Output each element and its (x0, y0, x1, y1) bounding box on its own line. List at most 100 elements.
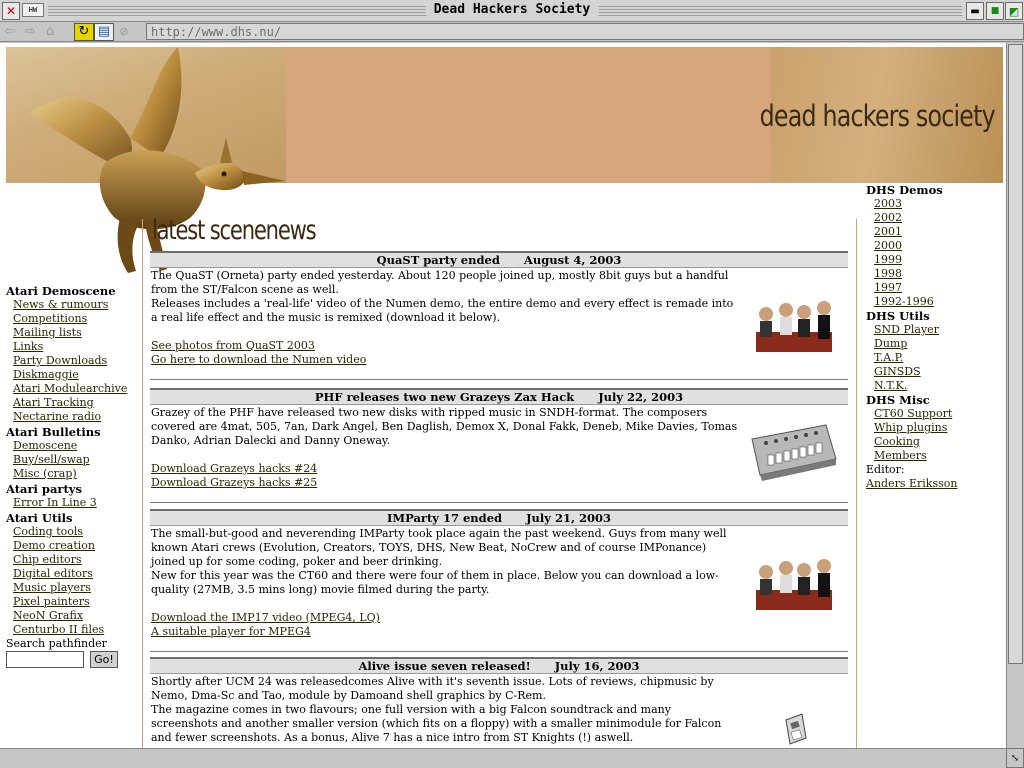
nav-link-error-in-line-3[interactable]: Error In Line 3 (13, 496, 136, 510)
nav-link-digital-editors[interactable]: Digital editors (13, 567, 136, 581)
dhs-demos-heading: DHS Demos (866, 183, 943, 197)
nav-link-misc-crap[interactable]: Misc (crap) (13, 467, 136, 481)
minimize-window-icon[interactable]: ▬ (966, 2, 984, 20)
demo-year-link[interactable]: 1998 (874, 267, 1004, 281)
back-arrow-icon[interactable]: ⇦ (0, 23, 20, 41)
news-separator (150, 651, 848, 652)
misc-link-whip-plugins[interactable]: Whip plugins (874, 421, 1004, 435)
window-title: Dead Hackers Society (425, 2, 599, 17)
nav-section-atari-utils: Atari Utils (6, 511, 73, 525)
search-label: Search pathfinder (6, 637, 107, 650)
vertical-scroll-thumb[interactable] (1008, 44, 1023, 664)
util-link-snd-player[interactable]: SND Player (874, 323, 1004, 337)
nav-link-competitions[interactable]: Competitions (13, 312, 136, 326)
news-text: New for this year was the CT60 and there… (151, 569, 719, 596)
news-item: IMParty 17 ended July 21, 2003 The small… (150, 509, 848, 652)
nav-link-atari-modulearchive[interactable]: Atari Modulearchive (13, 382, 136, 396)
news-link-grazeys-hacks-24[interactable]: Download Grazeys hacks #24 (151, 462, 738, 476)
news-date: July 21, 2003 (526, 511, 611, 525)
close-window-icon[interactable]: ✕ (2, 2, 20, 20)
editor-label: Editor: (866, 463, 905, 476)
news-date: August 4, 2003 (523, 253, 622, 267)
news-text: The QuaST (Orneta) party ended yesterday… (151, 269, 729, 296)
news-text: The magazine comes in two flavours; one … (151, 703, 722, 744)
window-titlebar[interactable]: ✕ HW Dead Hackers Society ▬ ■ ◩ (0, 0, 1024, 22)
news-body: The QuaST (Orneta) party ended yesterday… (150, 268, 848, 367)
nav-section-atari-partys: Atari partys (6, 482, 82, 496)
iconify-window-icon[interactable]: ■ (986, 2, 1004, 20)
nav-link-nectarine-radio[interactable]: Nectarine radio (13, 410, 136, 424)
news-text: Releases includes a 'real-life' video of… (151, 297, 734, 324)
news-text: Grazey of the PHF have released two new … (151, 406, 738, 447)
util-link-tap[interactable]: T.A.P. (874, 351, 1004, 365)
demo-year-link[interactable]: 1999 (874, 253, 1004, 267)
dhs-misc-heading: DHS Misc (866, 393, 930, 407)
nav-link-links[interactable]: Links (13, 340, 136, 354)
right-sidebar: DHS Demos 2003 2002 2001 2000 1999 1998 … (866, 183, 1004, 491)
editor-name-link[interactable]: Anders Eriksson (866, 477, 1004, 491)
nav-section-atari-bulletins: Atari Bulletins (6, 425, 101, 439)
party-photo-icon (748, 292, 840, 358)
nav-link-demoscene[interactable]: Demoscene (13, 439, 136, 453)
search-go-button[interactable]: Go! (90, 651, 118, 668)
stop-icon[interactable]: ⊘ (114, 23, 134, 41)
nav-link-atari-tracking[interactable]: Atari Tracking (13, 396, 136, 410)
news-date: July 22, 2003 (598, 390, 684, 404)
demo-year-link[interactable]: 2001 (874, 225, 1004, 239)
page-title: latest scenenews (152, 215, 317, 246)
browser-toolbar: ⇦ ⇨ ⌂ ↻ ▤ ⊘ http://www.dhs.nu/ (0, 22, 1024, 42)
news-body: The small-but-good and neverending IMPar… (150, 526, 848, 639)
nav-link-neon-grafix[interactable]: NeoN Grafix (13, 609, 136, 623)
misc-link-members[interactable]: Members (874, 449, 1004, 463)
nav-link-pixel-painters[interactable]: Pixel painters (13, 595, 136, 609)
news-link-imp17-video[interactable]: Download the IMP17 video (MPEG4, LQ) (151, 611, 738, 625)
news-text: Shortly after UCM 24 was releasedcomes A… (151, 675, 714, 702)
demo-year-link[interactable]: 2002 (874, 211, 1004, 225)
news-link-grazeys-hacks-25[interactable]: Download Grazeys hacks #25 (151, 476, 738, 490)
news-title: PHF releases two new Grazeys Zax Hack (314, 390, 575, 404)
nav-link-diskmaggie[interactable]: Diskmaggie (13, 368, 136, 382)
news-item: PHF releases two new Grazeys Zax Hack Ju… (150, 388, 848, 503)
news-link-mpeg4-player[interactable]: A suitable player for MPEG4 (151, 625, 738, 639)
nav-link-demo-creation[interactable]: Demo creation (13, 539, 136, 553)
nav-link-music-players[interactable]: Music players (13, 581, 136, 595)
news-header: Alive issue seven released! July 16, 200… (150, 657, 848, 674)
news-link-numen-video[interactable]: Go here to download the Numen video (151, 353, 738, 367)
nav-link-news-rumours[interactable]: News & rumours (13, 298, 136, 312)
news-separator (150, 379, 848, 380)
horizontal-scrollbar[interactable] (0, 748, 1006, 768)
dhs-utils-heading: DHS Utils (866, 309, 930, 323)
news-body: Grazey of the PHF have released two new … (150, 405, 848, 490)
news-link-quast-photos[interactable]: See photos from QuaST 2003 (151, 339, 738, 353)
news-body: Shortly after UCM 24 was releasedcomes A… (150, 674, 848, 745)
demo-year-link[interactable]: 2003 (874, 197, 1004, 211)
nav-link-coding-tools[interactable]: Coding tools (13, 525, 136, 539)
url-field[interactable]: http://www.dhs.nu/ (146, 23, 1024, 40)
nav-link-buy-sell-swap[interactable]: Buy/sell/swap (13, 453, 136, 467)
news-text: The small-but-good and neverending IMPar… (151, 527, 727, 568)
demo-year-link[interactable]: 1992-1996 (874, 295, 1004, 309)
resize-handle-icon[interactable]: ⤡ (1006, 748, 1024, 768)
search-input[interactable] (6, 651, 84, 668)
news-header: PHF releases two new Grazeys Zax Hack Ju… (150, 388, 848, 405)
reload-icon[interactable]: ↻ (74, 22, 94, 41)
center-column-divider-left (142, 219, 143, 748)
forward-arrow-icon[interactable]: ⇨ (20, 23, 40, 41)
home-icon[interactable]: ⌂ (40, 23, 60, 41)
util-link-ntk[interactable]: N.T.K. (874, 379, 1004, 393)
news-item: QuaST party ended August 4, 2003 The Qua… (150, 251, 848, 380)
site-logo-text: dead hackers society (759, 99, 996, 133)
open-folder-icon[interactable]: ▤ (94, 22, 114, 41)
misc-link-cooking[interactable]: Cooking (874, 435, 1004, 449)
util-link-ginsds[interactable]: GINSDS (874, 365, 1004, 379)
misc-link-ct60-support[interactable]: CT60 Support (874, 407, 1004, 421)
util-link-dump[interactable]: Dump (874, 337, 1004, 351)
nav-link-mailing-lists[interactable]: Mailing lists (13, 326, 136, 340)
vertical-scrollbar[interactable] (1006, 43, 1024, 748)
nav-link-chip-editors[interactable]: Chip editors (13, 553, 136, 567)
nav-link-centurbo-files[interactable]: Centurbo II files (13, 623, 136, 637)
nav-link-party-downloads[interactable]: Party Downloads (13, 354, 136, 368)
demo-year-link[interactable]: 2000 (874, 239, 1004, 253)
maximize-window-icon[interactable]: ◩ (1005, 2, 1023, 20)
demo-year-link[interactable]: 1997 (874, 281, 1004, 295)
